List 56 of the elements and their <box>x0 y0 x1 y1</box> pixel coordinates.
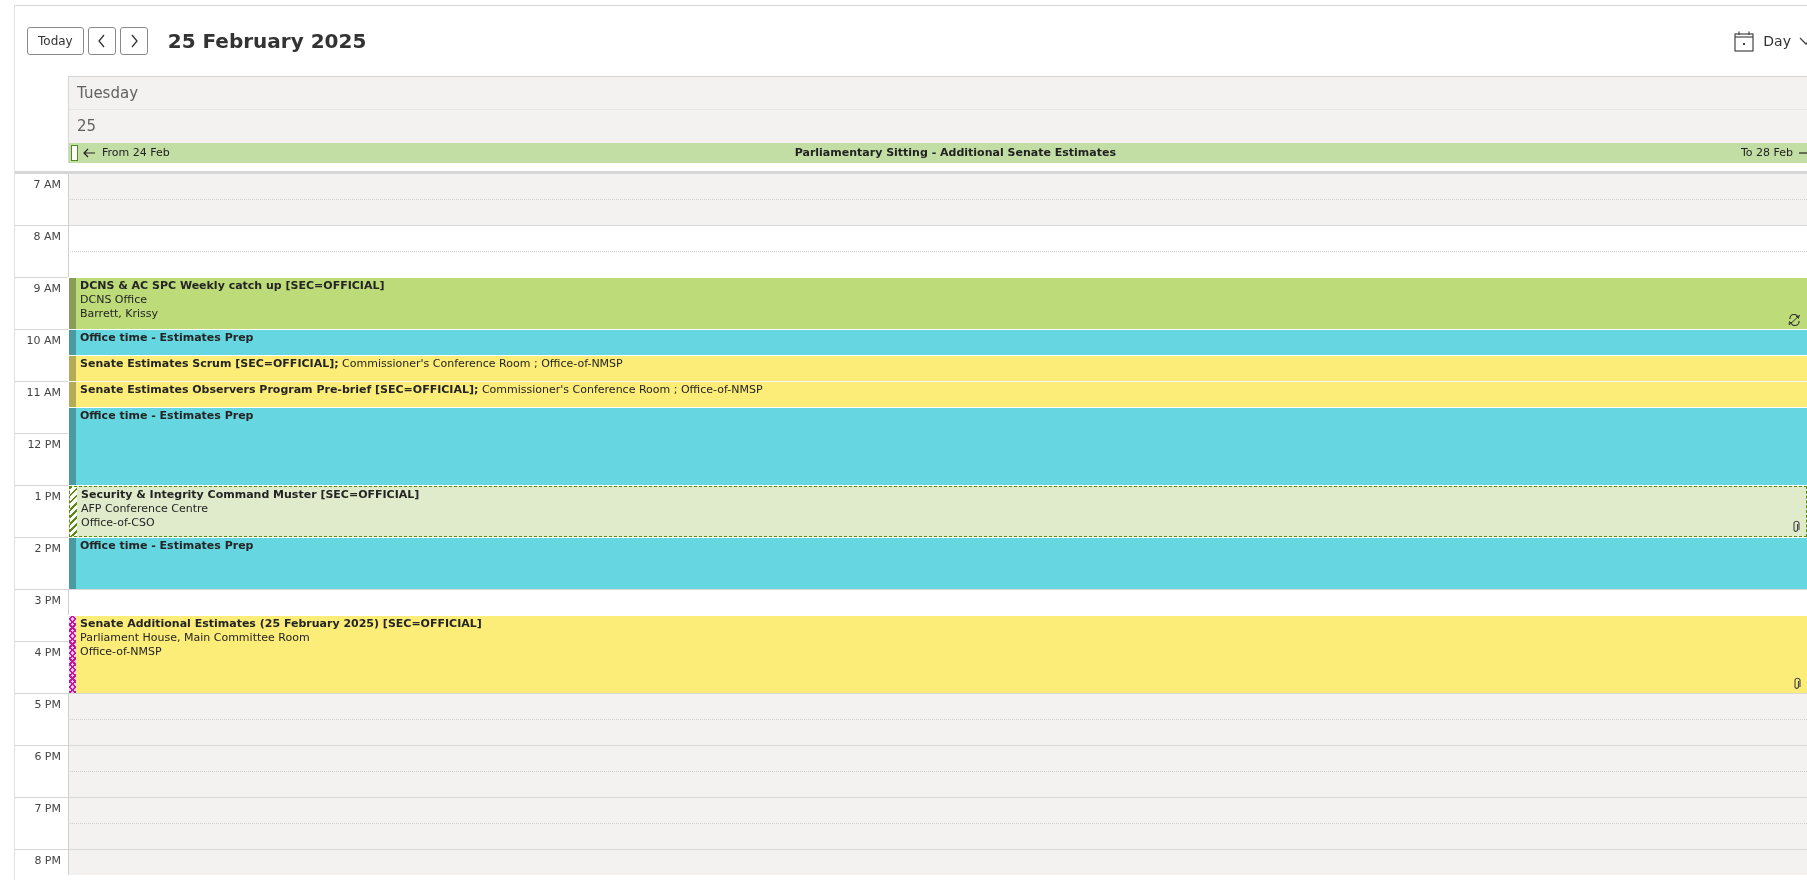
event-title: Office time - Estimates Prep <box>80 539 254 553</box>
time-slot[interactable] <box>68 771 1807 797</box>
hour-label: 11 AM <box>15 381 68 433</box>
event-detail: AFP Conference Centre <box>81 502 209 516</box>
calendar-event[interactable]: Senate Estimates Scrum [SEC=OFFICIAL]; Commissioner's Conference Room ; Office-of-NMSP <box>69 356 1807 381</box>
hour-label: 1 PM <box>15 485 68 537</box>
all-day-event[interactable]: From 24 Feb Parliamentary Sitting - Additional Senate Estimates To 28 Feb <box>69 143 1807 163</box>
time-slot[interactable] <box>68 225 1807 251</box>
calendar-event[interactable]: DCNS & AC SPC Weekly catch up [SEC=OFFICIAL] DCNS Office Barrett, Krissy <box>69 278 1807 329</box>
event-title: Senate Estimates Scrum [SEC=OFFICIAL]; Commissioner's Conference Room ; Office-of-NMSP <box>80 357 623 371</box>
chevron-left-icon <box>96 34 107 48</box>
event-title: Office time - Estimates Prep <box>80 331 254 345</box>
time-slot[interactable] <box>68 823 1807 849</box>
hour-label: 4 PM <box>15 641 68 693</box>
time-slot[interactable] <box>68 745 1807 771</box>
calendar-event[interactable]: Senate Additional Estimates (25 February 2025) [SEC=OFFICIAL] Parliament House, Main Committee Room Office-of-NMSP <box>69 616 1807 693</box>
all-day-title: Parliamentary Sitting - Additional Senate Estimates <box>793 144 1117 161</box>
hour-label: 10 AM <box>15 329 68 381</box>
left-arrow-icon <box>82 148 96 158</box>
next-button[interactable] <box>119 27 148 55</box>
date-title: 25 February 2025 <box>167 28 367 55</box>
event-detail: DCNS Office <box>80 293 147 307</box>
event-title: Office time - Estimates Prep <box>80 409 254 423</box>
time-slot[interactable] <box>68 589 1807 615</box>
calendar-event[interactable]: Office time - Estimates Prep <box>69 330 1807 355</box>
calendar-event[interactable]: Office time - Estimates Prep <box>69 408 1807 485</box>
event-detail: Office-of-CSO <box>81 516 155 530</box>
previous-button[interactable] <box>87 27 116 55</box>
time-slot[interactable] <box>68 797 1807 823</box>
event-title: Senate Estimates Observers Program Pre-brief [SEC=OFFICIAL]; Commissioner's Conference Room ; Office-of-NMSP <box>80 383 763 397</box>
event-detail: Office-of-NMSP <box>80 645 162 659</box>
time-slot[interactable] <box>68 849 1807 875</box>
hour-label: 9 AM <box>15 277 68 329</box>
weekday-label: Tuesday <box>77 84 139 102</box>
calendar-event[interactable]: Senate Estimates Observers Program Pre-brief [SEC=OFFICIAL]; Commissioner's Conference Room ; Office-of-NMSP <box>69 382 1807 407</box>
time-slot[interactable] <box>68 173 1807 199</box>
event-title: Senate Additional Estimates (25 February 2025) [SEC=OFFICIAL] <box>80 617 482 631</box>
event-detail: Parliament House, Main Committee Room <box>80 631 310 645</box>
event-title: DCNS & AC SPC Weekly catch up [SEC=OFFICIAL] <box>80 279 385 293</box>
today-button[interactable]: Today <box>27 27 84 55</box>
event-start-marker <box>71 145 78 161</box>
hour-label: 2 PM <box>15 537 68 589</box>
time-slot[interactable] <box>68 251 1807 277</box>
date-label: 25 <box>77 117 97 135</box>
event-detail: Barrett, Krissy <box>80 307 159 321</box>
calendar-icon <box>1734 30 1755 52</box>
time-slot[interactable] <box>68 199 1807 225</box>
view-dropdown[interactable]: Day <box>1763 30 1791 52</box>
hour-label: 12 PM <box>15 433 68 485</box>
calendar-event[interactable]: Office time - Estimates Prep <box>69 538 1807 589</box>
time-slot[interactable] <box>68 719 1807 745</box>
to-date: To 28 Feb <box>1740 144 1793 161</box>
time-slot[interactable] <box>68 693 1807 719</box>
event-title: Security & Integrity Command Muster [SEC=OFFICIAL] <box>81 488 420 502</box>
calendar-event[interactable]: Security & Integrity Command Muster [SEC=OFFICIAL] AFP Conference Centre Office-of-CSO <box>69 486 1807 537</box>
from-date: From 24 Feb <box>102 144 170 161</box>
